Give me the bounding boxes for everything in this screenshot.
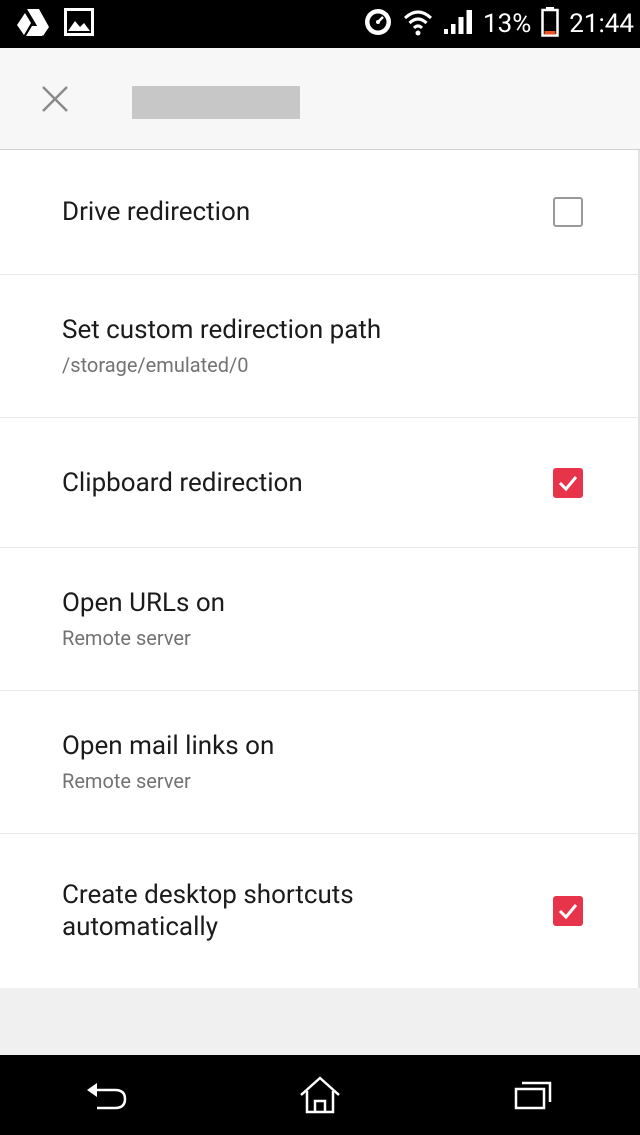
setting-title: Open mail links on (62, 731, 275, 761)
setting-title: Create desktop shortcuts automatically (62, 880, 354, 942)
recents-button[interactable] (488, 1065, 578, 1125)
close-icon (42, 86, 68, 112)
setting-open-mail-links-on[interactable]: Open mail links on Remote server (0, 691, 638, 834)
setting-title: Clipboard redirection (62, 467, 303, 498)
clipboard-redirection-checkbox[interactable] (553, 467, 583, 498)
setting-subtitle: Remote server (62, 626, 191, 650)
setting-clipboard-redirection[interactable]: Clipboard redirection (0, 418, 638, 548)
setting-open-urls-on[interactable]: Open URLs on Remote server (0, 548, 638, 691)
setting-title: Drive redirection (62, 197, 251, 227)
battery-icon (541, 6, 559, 42)
status-bar: 13% 21:44 (0, 0, 640, 48)
desktop-shortcuts-checkbox[interactable] (553, 896, 583, 926)
settings-list: Drive redirection Set custom redirection… (0, 150, 640, 988)
close-button[interactable] (30, 74, 80, 124)
back-icon (86, 1083, 126, 1110)
setting-create-desktop-shortcuts[interactable]: Create desktop shortcuts automatically (0, 834, 638, 988)
speedometer-icon (363, 7, 393, 42)
home-button[interactable] (275, 1065, 365, 1125)
recents-icon (515, 1081, 552, 1110)
setting-subtitle: /storage/emulated/0 (62, 353, 249, 377)
toolbar (0, 48, 640, 150)
image-icon (64, 8, 94, 40)
wifi-icon (403, 8, 433, 41)
checkmark-icon (558, 904, 578, 920)
drive-icon (16, 7, 50, 41)
setting-title: Set custom redirection path (62, 315, 382, 345)
back-button[interactable] (62, 1065, 152, 1125)
status-time: 21:44 (569, 9, 634, 39)
navigation-bar (0, 1055, 640, 1135)
setting-drive-redirection[interactable]: Drive redirection (0, 150, 638, 275)
battery-percent: 13% (482, 9, 532, 39)
home-icon (300, 1076, 340, 1114)
checkmark-icon (558, 475, 578, 491)
setting-subtitle: Remote server (62, 769, 191, 793)
setting-title: Open URLs on (62, 588, 226, 618)
drive-redirection-checkbox[interactable] (553, 197, 583, 227)
setting-custom-redirection-path[interactable]: Set custom redirection path /storage/emu… (0, 275, 638, 418)
signal-icon (443, 9, 473, 40)
title-placeholder (132, 86, 300, 119)
